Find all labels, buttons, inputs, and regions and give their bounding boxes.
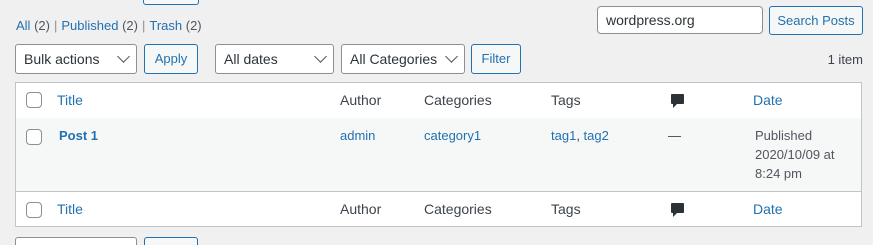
item-count: 1 item [827,52,863,67]
chevron-down-icon [117,50,130,63]
bottom-bulk-actions-fragment[interactable] [15,237,137,245]
post-date-status: Published [755,128,813,143]
tags-column-header: Tags [551,92,581,108]
author-column-footer: Author [340,201,382,217]
post-category-link[interactable]: category1 [424,128,481,143]
date-filter-select[interactable]: All dates [215,44,334,74]
view-published-link[interactable]: Published (2) [61,18,138,33]
search-input[interactable] [597,6,763,34]
post-date-value: 2020/10/09 at [755,147,835,162]
view-published-label: Published [61,18,119,33]
view-all-count: (2) [34,18,50,33]
previous-button-fragment [143,0,199,5]
table-row: Post 1 admin category1 tag1, tag2 — Publ… [16,118,861,191]
title-column-footer[interactable]: Title [57,201,83,217]
apply-button[interactable]: Apply [144,44,198,74]
date-filter-value: All dates [224,51,278,67]
view-trash-count: (2) [185,18,202,33]
table-footer-row: Title Author Categories Tags Date [16,191,861,227]
author-column-header: Author [340,92,382,108]
view-trash-link[interactable]: Trash (2) [149,18,201,33]
post-tag-link[interactable]: tag1 [551,128,576,143]
comment-bubble-icon[interactable] [671,203,684,217]
categories-column-header: Categories [424,92,492,108]
post-date-time: 8:24 pm [755,166,802,181]
post-status-views: All (2) | Published (2) | Trash (2) [16,18,202,33]
posts-table: Title Author Categories Tags Date Post 1… [15,82,862,227]
view-all-link[interactable]: All (2) [16,18,50,33]
title-column-header[interactable]: Title [57,92,83,108]
post-comments-count: — [668,128,681,143]
post-tags: tag1, tag2 [551,128,609,143]
post-tag-link[interactable]: tag2 [584,128,609,143]
search-posts-button[interactable]: Search Posts [769,6,863,35]
select-all-checkbox[interactable] [26,92,42,108]
row-checkbox[interactable] [26,129,42,145]
bulk-actions-value: Bulk actions [24,51,100,67]
select-all-checkbox[interactable] [26,202,42,218]
view-trash-label: Trash [149,18,183,33]
bottom-apply-fragment[interactable] [144,237,198,245]
views-separator: | [53,18,58,33]
post-date: Published 2020/10/09 at 8:24 pm [755,126,845,183]
views-separator: | [141,18,146,33]
date-column-header[interactable]: Date [753,92,783,108]
view-published-count: (2) [122,18,138,33]
chevron-down-icon [445,50,458,63]
date-column-footer[interactable]: Date [753,201,783,217]
category-filter-select[interactable]: All Categories [341,44,465,74]
bulk-actions-select[interactable]: Bulk actions [15,44,137,74]
post-author-link[interactable]: admin [340,128,375,143]
view-all-label: All [16,18,31,33]
category-filter-value: All Categories [350,51,438,67]
post-title-link[interactable]: Post 1 [59,128,98,143]
chevron-down-icon [314,50,327,63]
tags-column-footer: Tags [551,201,581,217]
categories-column-footer: Categories [424,201,492,217]
table-header-row: Title Author Categories Tags Date [16,83,861,119]
filter-button[interactable]: Filter [471,44,521,74]
post-tag-separator: , [576,128,584,143]
comment-bubble-icon[interactable] [671,94,684,108]
